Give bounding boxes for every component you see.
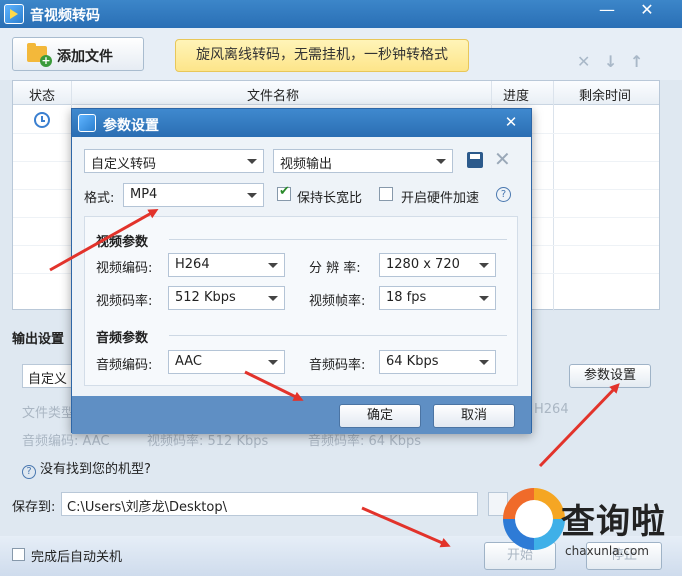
audio-params-title: 音频参数	[96, 331, 149, 346]
audio-bitrate-value: 64 Kbps	[386, 354, 439, 369]
resolution-dropdown[interactable]: 1280 x 720	[379, 253, 496, 277]
file-type-label: 文件类型	[22, 406, 75, 421]
auto-shutdown-checkbox[interactable]	[12, 548, 25, 561]
keep-aspect-label: 保持长宽比	[297, 191, 363, 206]
resolution-label: 分 辨 率:	[309, 261, 361, 276]
params-panel: 视频参数 视频编码: H264 分 辨 率: 1280 x 720 视频码率: …	[84, 216, 518, 386]
chevron-down-icon	[268, 360, 278, 365]
video-codec-dropdown[interactable]: H264	[168, 253, 285, 277]
video-bitrate-value: 512 Kbps	[175, 290, 236, 305]
chevron-down-icon	[268, 263, 278, 268]
toolbar: 添加文件 旋风离线转码，无需挂机，一秒钟转格式 ✕ ↓ ↑	[0, 28, 682, 80]
device-help-link[interactable]: ? 没有找到您的机型?	[22, 458, 151, 479]
delete-preset-icon[interactable]: ✕	[494, 147, 511, 171]
resolution-value: 1280 x 720	[386, 257, 460, 272]
column-progress[interactable]: 进度	[503, 85, 529, 104]
cancel-button[interactable]: 取消	[433, 404, 515, 428]
watermark-name: 查询啦	[561, 502, 666, 542]
watermark-q-icon	[503, 488, 565, 550]
video-bitrate-dropdown[interactable]: 512 Kbps	[168, 286, 285, 310]
format-dropdown[interactable]: MP4	[123, 183, 264, 207]
window-title: 音视频转码	[30, 8, 100, 24]
chevron-down-icon	[479, 360, 489, 365]
watermark-domain: chaxunla.com	[565, 544, 649, 558]
column-remaining[interactable]: 剩余时间	[579, 85, 631, 104]
watermark-logo: 查询啦 chaxunla.com	[503, 488, 681, 574]
codec-summary: H264	[534, 402, 569, 417]
remove-icon[interactable]: ✕	[577, 52, 590, 71]
file-list-header: 状态 文件名称 进度 剩余时间	[13, 81, 659, 105]
chevron-down-icon	[436, 159, 446, 164]
column-divider	[553, 81, 554, 311]
add-file-button[interactable]: 添加文件	[12, 37, 144, 71]
video-bitrate-label: 视频码率:	[96, 294, 153, 309]
save-path-input[interactable]: C:\Users\刘彦龙\Desktop\	[61, 492, 478, 516]
audio-codec-value: AAC	[175, 354, 202, 369]
help-icon[interactable]: ?	[496, 187, 511, 202]
keep-aspect-checkbox[interactable]	[277, 184, 291, 201]
video-codec-label: 视频编码:	[96, 261, 153, 276]
main-titlebar: 音视频转码 — ✕	[0, 0, 682, 28]
output-settings-label: 输出设置	[12, 332, 65, 347]
framerate-label: 视频帧率:	[309, 294, 366, 309]
dialog-title: 参数设置	[103, 118, 159, 134]
app-logo-icon	[4, 4, 24, 24]
help-icon: ?	[22, 465, 36, 479]
param-settings-dialog: 参数设置 ✕ 自定义转码 视频输出 ✕ 格式: MP4 保持长宽比 开启硬件加速…	[71, 108, 532, 434]
auto-shutdown-label: 完成后自动关机	[31, 550, 123, 565]
output-type-dropdown[interactable]: 视频输出	[273, 149, 453, 173]
dialog-titlebar: 参数设置 ✕	[72, 109, 531, 137]
format-dropdown-value: MP4	[130, 187, 158, 202]
audio-bitrate-dropdown[interactable]: 64 Kbps	[379, 350, 496, 374]
chevron-down-icon	[479, 263, 489, 268]
close-icon[interactable]: ✕	[630, 0, 664, 22]
param-settings-button[interactable]: 参数设置	[569, 364, 651, 388]
ok-button[interactable]: 确定	[339, 404, 421, 428]
section-divider	[169, 335, 507, 336]
video-codec-value: H264	[175, 257, 210, 272]
move-down-icon[interactable]: ↓	[604, 52, 617, 71]
arrow-to-param-settings	[538, 383, 620, 468]
device-help-text: 没有找到您的机型?	[40, 462, 151, 477]
column-status[interactable]: 状态	[29, 85, 55, 104]
add-file-label: 添加文件	[57, 49, 113, 65]
save-to-label: 保存到:	[12, 500, 56, 515]
minimize-icon[interactable]: —	[590, 0, 624, 22]
video-params-title: 视频参数	[96, 235, 149, 250]
audio-codec-dropdown[interactable]: AAC	[168, 350, 285, 374]
framerate-value: 18 fps	[386, 290, 427, 305]
section-divider	[169, 239, 507, 240]
chevron-down-icon	[247, 159, 257, 164]
format-label: 格式:	[84, 191, 115, 206]
promo-banner[interactable]: 旋风离线转码，无需挂机，一秒钟转格式	[175, 39, 469, 72]
preset-dropdown-value: 自定义转码	[91, 157, 157, 172]
dialog-close-icon[interactable]: ✕	[497, 112, 525, 132]
add-folder-icon	[27, 43, 52, 67]
hw-accel-label: 开启硬件加速	[401, 191, 480, 206]
dialog-logo-icon	[78, 114, 96, 132]
output-type-value: 视频输出	[280, 157, 333, 172]
hw-accel-checkbox[interactable]	[379, 187, 393, 201]
chevron-down-icon	[247, 193, 257, 198]
framerate-dropdown[interactable]: 18 fps	[379, 286, 496, 310]
audio-codec-label: 音频编码:	[96, 358, 153, 373]
move-up-icon[interactable]: ↑	[630, 52, 643, 71]
chevron-down-icon	[479, 296, 489, 301]
preset-dropdown[interactable]: 自定义转码	[84, 149, 264, 173]
save-preset-icon[interactable]	[467, 152, 483, 168]
dialog-footer: 确定 取消	[72, 396, 531, 434]
pending-clock-icon	[34, 112, 50, 128]
audio-bitrate-label: 音频码率:	[309, 358, 366, 373]
column-filename[interactable]: 文件名称	[247, 85, 299, 104]
chevron-down-icon	[268, 296, 278, 301]
